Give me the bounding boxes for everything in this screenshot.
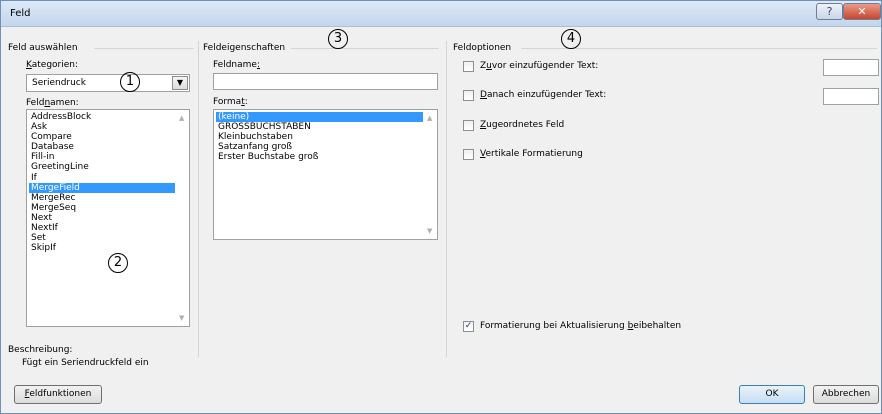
scroll-down-icon[interactable]: ▼ <box>179 314 184 322</box>
before-text-input[interactable] <box>823 59 879 76</box>
list-item[interactable]: MergeField <box>29 182 175 193</box>
format-items: (keine) GROSSBUCHSTABEN Kleinbuchstaben Sat… <box>216 112 423 162</box>
scroll-up-icon[interactable]: ▲ <box>427 114 432 122</box>
field-select-group-title: Feld auswählen <box>8 43 78 53</box>
vertical-divider <box>446 41 447 357</box>
dropdown-arrow-icon[interactable]: ▼ <box>172 76 188 90</box>
format-scrollbar[interactable]: ▲ ▼ <box>424 110 437 239</box>
mapped-field-label: Zugeordnetes Feld <box>480 120 565 130</box>
category-value: Seriendruck <box>32 78 86 88</box>
callout-4: 4 <box>561 29 581 49</box>
mapped-field-checkbox[interactable] <box>463 120 474 131</box>
callout-3: 3 <box>328 29 348 49</box>
before-text-label: Zuvor einzufügender Text: <box>480 61 599 71</box>
close-button[interactable]: ✕ <box>843 3 881 20</box>
list-item[interactable]: GreetingLine <box>29 162 175 172</box>
ok-button[interactable]: OK <box>739 385 805 404</box>
after-text-checkbox[interactable] <box>463 90 474 101</box>
list-item[interactable]: MergeRec <box>29 193 175 203</box>
callout-2: 2 <box>108 253 128 273</box>
scroll-up-icon[interactable]: ▲ <box>179 114 184 122</box>
field-props-group-title: Feldeigenschaften <box>203 43 286 53</box>
field-codes-button[interactable]: Feldfunktionen <box>14 385 102 404</box>
list-item[interactable]: Erster Buchstabe groß <box>216 152 423 162</box>
after-text-label: Danach einzufügender Text: <box>480 90 607 100</box>
format-listbox[interactable]: (keine) GROSSBUCHSTABEN Kleinbuchstaben Sat… <box>213 109 438 240</box>
list-item[interactable]: Ask <box>29 122 175 132</box>
list-item[interactable]: AddressBlock <box>29 112 175 122</box>
group-divider <box>94 48 194 49</box>
keep-formatting-label: Formatierung bei Aktualisierung beibehal… <box>480 321 682 331</box>
vertical-divider <box>198 41 199 357</box>
fieldnames-label: Feldnamen: <box>26 98 79 108</box>
window-title: Feld <box>10 8 31 19</box>
list-item[interactable]: GROSSBUCHSTABEN <box>216 122 423 132</box>
list-item[interactable]: (keine) <box>216 112 423 123</box>
category-label: Kategorien: <box>26 60 79 70</box>
field-dialog: Feld ? ✕ Feld auswählen Kategorien: Seri… <box>0 0 882 414</box>
scroll-down-icon[interactable]: ▼ <box>427 227 432 235</box>
list-item[interactable]: Next <box>29 213 175 223</box>
title-bar: Feld ? ✕ <box>1 1 881 27</box>
list-item[interactable]: Kleinbuchstaben <box>216 132 423 142</box>
vertical-format-label: Vertikale Formatierung <box>480 149 583 159</box>
list-item[interactable]: MergeSeq <box>29 203 175 213</box>
list-item[interactable]: Compare <box>29 132 175 142</box>
list-item[interactable]: SkipIf <box>29 243 175 253</box>
list-item[interactable]: Fill-in <box>29 152 175 162</box>
list-item[interactable]: Satzanfang groß <box>216 142 423 152</box>
fieldnames-listbox[interactable]: AddressBlock Ask Compare Database Fill-in Gre… <box>26 109 190 327</box>
list-item[interactable]: Database <box>29 142 175 152</box>
fieldnames-scrollbar[interactable]: ▲ ▼ <box>176 110 189 326</box>
cancel-button[interactable]: Abbrechen <box>813 385 879 404</box>
list-item[interactable]: If <box>29 173 175 183</box>
description-text: Fügt ein Seriendruckfeld ein <box>22 358 149 368</box>
field-options-group-title: Feldoptionen <box>453 43 512 53</box>
help-button[interactable]: ? <box>816 3 843 20</box>
list-item[interactable]: Set <box>29 233 175 243</box>
format-label: Format: <box>213 97 248 107</box>
group-divider <box>291 48 439 49</box>
category-combobox[interactable]: Seriendruck ▼ <box>26 74 190 92</box>
before-text-checkbox[interactable] <box>463 61 474 72</box>
fieldname-input[interactable] <box>213 73 438 90</box>
fieldnames-items: AddressBlock Ask Compare Database Fill-in Gre… <box>29 112 175 253</box>
vertical-format-checkbox[interactable] <box>463 149 474 160</box>
list-item[interactable]: NextIf <box>29 223 175 233</box>
fieldname-label: Feldname: <box>213 60 261 70</box>
callout-1: 1 <box>120 72 140 92</box>
description-label: Beschreibung: <box>8 345 73 355</box>
after-text-input[interactable] <box>823 88 879 105</box>
keep-formatting-checkbox[interactable]: ✓ <box>463 321 474 332</box>
